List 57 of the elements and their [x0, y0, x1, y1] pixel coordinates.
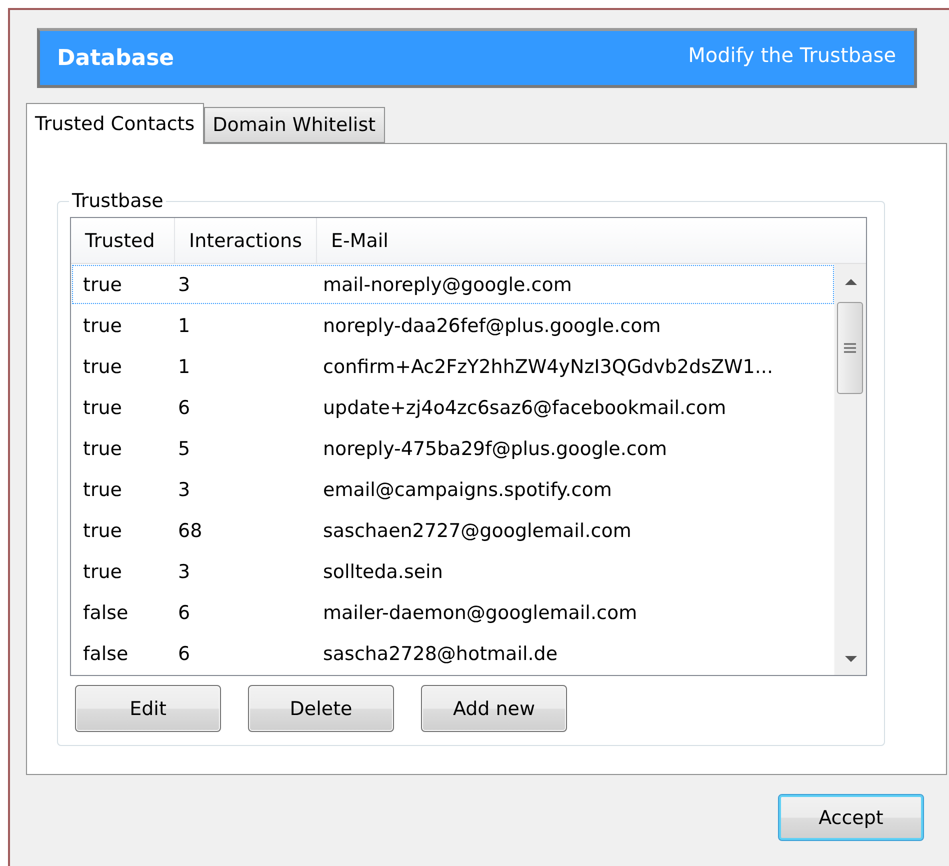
scrollbar[interactable] — [834, 264, 866, 675]
table-cell-text: 1 — [178, 314, 192, 336]
table-cell-text: true — [83, 520, 123, 542]
table-cell-text: true — [83, 274, 123, 296]
scroll-down-icon[interactable] — [844, 655, 856, 663]
table-cell-text: noreply-475ba29f@plus.google.com — [323, 438, 668, 460]
table-cell-text: true — [83, 438, 123, 460]
table-row[interactable]: true 3 sollteda.sein — [72, 552, 834, 591]
table-row[interactable]: true 1 noreply-daa26fef@plus.google.com — [72, 306, 834, 345]
table-row[interactable]: true 3 mail-noreply@google.com — [72, 265, 834, 304]
table-row[interactable]: true 6 update+zj4o4zc6saz6@facebookmail.com — [72, 388, 834, 427]
table-cell-text: confirm+Ac2FzY2hhZW4yNzI3QGdvb2dsZW1... — [323, 356, 774, 378]
column-header[interactable]: E-Mail — [317, 218, 866, 263]
table-cell-text: noreply-daa26fef@plus.google.com — [323, 314, 662, 336]
table-cell-text: 6 — [178, 602, 192, 624]
table-cell-text: 3 — [178, 274, 192, 296]
column-header[interactable]: Trusted — [71, 218, 175, 263]
table-cell-text: 3 — [178, 478, 192, 500]
table-row[interactable]: true 5 noreply-475ba29f@plus.google.com — [72, 429, 834, 468]
table-cell-text: mailer-daemon@googlemail.com — [323, 602, 638, 624]
table-action-button[interactable]: Edit — [75, 685, 221, 732]
table-cell-text: update+zj4o4zc6saz6@facebookmail.com — [323, 396, 728, 418]
grip-icon — [844, 343, 856, 353]
scroll-up-icon[interactable] — [844, 278, 856, 286]
tab[interactable]: Domain Whitelist — [204, 107, 385, 143]
table-cell-text: true — [83, 560, 123, 582]
table-row[interactable]: true 1 confirm+Ac2FzY2hhZW4yNzI3QGdvb2dsZW1... — [72, 347, 834, 386]
header-subtitle: Modify the Trustbase — [688, 43, 896, 67]
table-cell-text: sascha2728@hotmail.de — [323, 642, 559, 664]
table-cell-text: saschaen2727@googlemail.com — [323, 520, 632, 542]
table-cell-text: 3 — [178, 560, 192, 582]
table-row[interactable]: false 6 mailer-daemon@googlemail.com — [72, 593, 834, 632]
tab[interactable]: Trusted Contacts — [26, 103, 204, 144]
table-cell-text: true — [83, 356, 123, 378]
table-cell-text: 1 — [178, 356, 192, 378]
table-cell-text: sollteda.sein — [323, 560, 444, 582]
table-cell-text: true — [83, 314, 123, 336]
column-header[interactable]: Interactions — [175, 218, 317, 263]
table-row[interactable]: false 6 sascha2728@hotmail.de — [72, 634, 834, 673]
table-cell-text: 68 — [178, 520, 204, 542]
table-cell-text: 5 — [178, 438, 192, 460]
table-cell-text: false — [83, 642, 130, 664]
table-cell-text: 6 — [178, 396, 192, 418]
table-cell-text: false — [83, 602, 130, 624]
group-title: Trustbase — [71, 190, 164, 212]
table-cell-text: mail-noreply@google.com — [323, 274, 573, 296]
accept-button[interactable]: Accept — [778, 794, 924, 841]
table-cell-text: true — [83, 396, 123, 418]
table-cell-text: true — [83, 478, 123, 500]
table-cell-text: email@campaigns.spotify.com — [323, 478, 613, 500]
scroll-thumb[interactable] — [837, 302, 863, 394]
header-title: Database — [57, 46, 174, 70]
table-cell-text: 6 — [178, 642, 192, 664]
table-row[interactable]: true 68 saschaen2727@googlemail.com — [72, 511, 834, 550]
table-action-button[interactable]: Delete — [248, 685, 394, 732]
table-action-button[interactable]: Add new — [421, 685, 567, 732]
table-row[interactable]: true 3 email@campaigns.spotify.com — [72, 470, 834, 509]
